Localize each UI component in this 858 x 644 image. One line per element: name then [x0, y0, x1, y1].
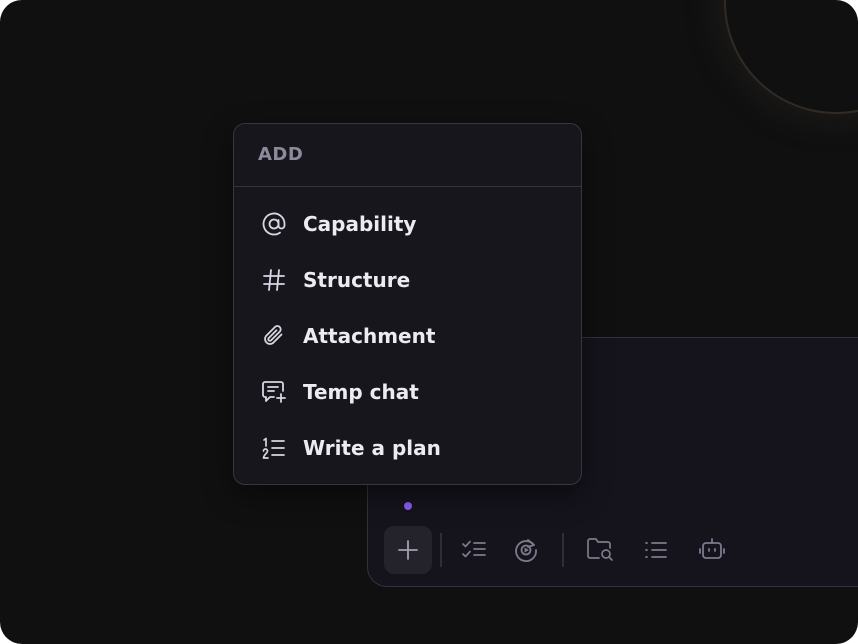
add-menu: ADD Capability Structure Attachment Temp…	[233, 123, 582, 485]
refresh-target-button[interactable]	[502, 526, 550, 574]
hash-icon	[260, 266, 288, 294]
menu-item-capability[interactable]: Capability	[234, 196, 581, 252]
menu-list: Capability Structure Attachment Temp cha…	[234, 187, 581, 476]
menu-item-label: Structure	[303, 268, 411, 292]
menu-item-label: Attachment	[303, 324, 436, 348]
menu-item-label: Temp chat	[303, 380, 419, 404]
plus-icon	[398, 540, 418, 560]
menu-header: ADD	[234, 124, 581, 187]
paperclip-icon	[260, 322, 288, 350]
robot-button[interactable]	[688, 526, 736, 574]
checklist-button[interactable]	[450, 526, 498, 574]
folder-search-button[interactable]	[576, 526, 624, 574]
app-frame: ADD Capability Structure Attachment Temp…	[0, 0, 858, 644]
menu-item-write-a-plan[interactable]: Write a plan	[234, 420, 581, 476]
refresh-target-icon	[515, 539, 537, 562]
toolbar-divider	[440, 533, 442, 567]
status-dot	[404, 502, 412, 510]
chat-add-icon	[260, 378, 288, 406]
checklist-icon	[462, 540, 486, 558]
numbered-list-icon	[260, 434, 288, 462]
menu-header-label: ADD	[258, 143, 304, 165]
folder-search-icon	[587, 538, 613, 561]
add-button[interactable]	[384, 526, 432, 574]
toolbar-divider	[562, 533, 564, 567]
background-glow	[724, 0, 858, 114]
bullet-list-button[interactable]	[632, 526, 680, 574]
menu-item-label: Capability	[303, 212, 417, 236]
menu-item-label: Write a plan	[303, 436, 441, 460]
menu-item-structure[interactable]: Structure	[234, 252, 581, 308]
robot-icon	[699, 538, 725, 559]
menu-item-temp-chat[interactable]: Temp chat	[234, 364, 581, 420]
bullet-list-icon	[645, 542, 667, 558]
at-icon	[260, 210, 288, 238]
menu-item-attachment[interactable]: Attachment	[234, 308, 581, 364]
